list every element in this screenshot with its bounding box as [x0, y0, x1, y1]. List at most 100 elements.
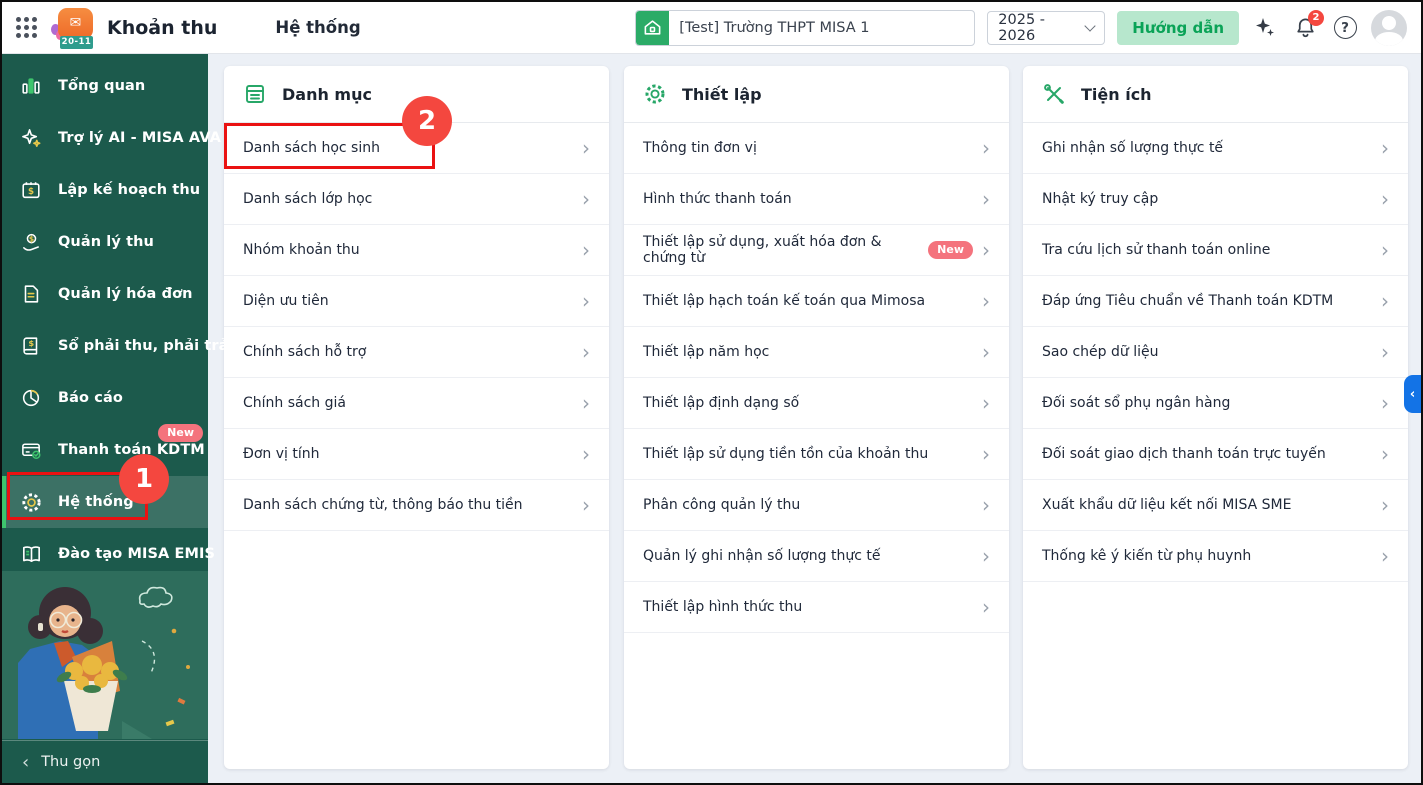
user-avatar[interactable]	[1371, 10, 1407, 46]
menu-item-label: Thông tin đơn vị	[643, 140, 757, 156]
menu-item-ghi-nhan-so-luong[interactable]: Quản lý ghi nhận số lượng thực tế ›	[624, 531, 1009, 582]
chevron-right-icon: ›	[982, 393, 990, 413]
chevron-right-icon: ›	[582, 342, 590, 362]
ai-sparkle-icon[interactable]	[1251, 14, 1279, 42]
menu-item-label: Tra cứu lịch sử thanh toán online	[1042, 242, 1270, 258]
new-badge: New	[928, 241, 973, 259]
app-logo: ✉ 20-11	[51, 6, 97, 50]
menu-item-label: Thiết lập sử dụng, xuất hóa đơn & chứng …	[643, 234, 928, 266]
svg-text:$: $	[28, 187, 34, 197]
main-content: Danh mục Danh sách học sinh › Danh sách …	[208, 54, 1421, 783]
sidebar-item-quan-ly-thu[interactable]: $ Quản lý thu	[2, 216, 208, 268]
menu-item-chinh-sach-gia[interactable]: Chính sách giá ›	[224, 378, 609, 429]
help-icon[interactable]: ?	[1331, 14, 1359, 42]
menu-item-label: Phân công quản lý thu	[643, 497, 800, 513]
app-grid-icon[interactable]	[16, 17, 37, 38]
sidebar-item-he-thong[interactable]: Hệ thống	[2, 476, 208, 528]
menu-item-xuat-khau-sme[interactable]: Xuất khẩu dữ liệu kết nối MISA SME ›	[1023, 480, 1408, 531]
sidebar-item-thanh-toan-kdtm[interactable]: Thanh toán KDTM New	[2, 424, 208, 476]
sidebar-collapse-button[interactable]: ‹ Thu gọn	[2, 740, 208, 783]
chevron-right-icon: ›	[982, 189, 990, 209]
sidebar-item-bao-cao[interactable]: Báo cáo	[2, 372, 208, 424]
chevron-right-icon: ›	[582, 291, 590, 311]
menu-item-hinh-thuc-thu[interactable]: Thiết lập hình thức thu ›	[624, 582, 1009, 633]
menu-item-hinh-thuc-thanh-toan[interactable]: Hình thức thanh toán ›	[624, 174, 1009, 225]
menu-item-sao-chep-du-lieu[interactable]: Sao chép dữ liệu ›	[1023, 327, 1408, 378]
menu-item-label: Đáp ứng Tiêu chuẩn về Thanh toán KDTM	[1042, 293, 1333, 309]
app-window: ✉ 20-11 Khoản thu Hệ thống [Test] Trường…	[0, 0, 1423, 785]
gear-icon	[643, 82, 667, 106]
menu-item-doi-soat-giao-dich[interactable]: Đối soát giao dịch thanh toán trực tuyến…	[1023, 429, 1408, 480]
menu-item-phan-cong-quan-ly-thu[interactable]: Phân công quản lý thu ›	[624, 480, 1009, 531]
chevron-right-icon: ›	[1381, 189, 1389, 209]
sidebar-item-tong-quan[interactable]: Tổng quan	[2, 60, 208, 112]
menu-item-thong-ke-y-kien[interactable]: Thống kê ý kiến từ phụ huynh ›	[1023, 531, 1408, 582]
sidebar-item-label: Hệ thống	[58, 494, 134, 510]
collapse-panel-tab[interactable]: ‹	[1404, 375, 1421, 413]
home-icon	[636, 11, 669, 45]
menu-item-danh-sach-hoc-sinh[interactable]: Danh sách học sinh ›	[224, 123, 609, 174]
menu-item-hach-toan-mimosa[interactable]: Thiết lập hạch toán kế toán qua Mimosa ›	[624, 276, 1009, 327]
chevron-right-icon: ›	[1381, 240, 1389, 260]
menu-item-tien-ton-khoan-thu[interactable]: Thiết lập sử dụng tiền tồn của khoản thu…	[624, 429, 1009, 480]
breadcrumb: Hệ thống	[275, 18, 360, 37]
panel-title: Thiết lập	[682, 85, 762, 104]
menu-item-ghi-nhan-thuc-te[interactable]: Ghi nhận số lượng thực tế ›	[1023, 123, 1408, 174]
chevron-right-icon: ›	[982, 342, 990, 362]
menu-item-tieu-chuan-kdtm[interactable]: Đáp ứng Tiêu chuẩn về Thanh toán KDTM ›	[1023, 276, 1408, 327]
chevron-right-icon: ›	[582, 240, 590, 260]
menu-item-label: Quản lý ghi nhận số lượng thực tế	[643, 548, 881, 564]
chevron-right-icon: ›	[1381, 342, 1389, 362]
menu-item-don-vi-tinh[interactable]: Đơn vị tính ›	[224, 429, 609, 480]
menu-item-thiet-lap-nam-hoc[interactable]: Thiết lập năm học ›	[624, 327, 1009, 378]
chevron-right-icon: ›	[982, 291, 990, 311]
menu-item-label: Đơn vị tính	[243, 446, 320, 462]
sidebar-item-label: Quản lý thu	[58, 234, 154, 250]
menu-item-label: Danh sách học sinh	[243, 140, 380, 156]
tools-icon	[1042, 82, 1066, 106]
logo-date-ribbon: 20-11	[60, 36, 93, 49]
svg-text:$: $	[28, 234, 33, 243]
menu-item-dien-uu-tien[interactable]: Diện ưu tiên ›	[224, 276, 609, 327]
notification-bell-icon[interactable]: 2	[1291, 14, 1319, 42]
chevron-right-icon: ›	[582, 495, 590, 515]
sidebar-item-quan-ly-hoa-don[interactable]: Quản lý hóa đơn	[2, 268, 208, 320]
notification-badge: 2	[1308, 10, 1324, 26]
menu-item-nhom-khoan-thu[interactable]: Nhóm khoản thu ›	[224, 225, 609, 276]
chevron-right-icon: ›	[982, 495, 990, 515]
menu-item-chinh-sach-ho-tro[interactable]: Chính sách hỗ trợ ›	[224, 327, 609, 378]
sidebar-item-so-phai-thu[interactable]: $ Sổ phải thu, phải trả	[2, 320, 208, 372]
menu-item-dinh-dang-so[interactable]: Thiết lập định dạng số ›	[624, 378, 1009, 429]
sidebar-item-label: Đào tạo MISA EMIS	[58, 546, 215, 562]
app-title: Khoản thu	[107, 17, 217, 39]
panel-header: Tiện ích	[1023, 66, 1408, 123]
panel-header: Thiết lập	[624, 66, 1009, 123]
sidebar-item-label: Trợ lý AI - MISA AVA	[58, 130, 221, 146]
guide-button[interactable]: Hướng dẫn	[1117, 11, 1239, 45]
school-selector[interactable]: [Test] Trường THPT MISA 1	[635, 10, 975, 46]
hand-coin-icon: $	[19, 230, 43, 254]
card-check-icon	[19, 438, 43, 462]
menu-item-tra-cuu-lich-su[interactable]: Tra cứu lịch sử thanh toán online ›	[1023, 225, 1408, 276]
menu-item-label: Nhóm khoản thu	[243, 242, 360, 258]
chevron-left-icon: ‹	[1410, 387, 1415, 402]
chevron-right-icon: ›	[982, 138, 990, 158]
sidebar-item-lap-ke-hoach-thu[interactable]: $ Lập kế hoạch thu	[2, 164, 208, 216]
menu-item-label: Đối soát sổ phụ ngân hàng	[1042, 395, 1230, 411]
menu-item-thiet-lap-hoa-don[interactable]: Thiết lập sử dụng, xuất hóa đơn & chứng …	[624, 225, 1009, 276]
menu-item-nhat-ky-truy-cap[interactable]: Nhật ký truy cập ›	[1023, 174, 1408, 225]
sidebar-item-tro-ly-ai[interactable]: Trợ lý AI - MISA AVA	[2, 112, 208, 164]
school-year-select[interactable]: 2025 - 2026	[987, 11, 1105, 45]
panel-header: Danh mục	[224, 66, 609, 123]
top-bar: ✉ 20-11 Khoản thu Hệ thống [Test] Trường…	[2, 2, 1421, 54]
panel-thiet-lap: Thiết lập Thông tin đơn vị › Hình thức t…	[624, 66, 1009, 769]
chevron-right-icon: ›	[1381, 138, 1389, 158]
menu-item-thong-tin-don-vi[interactable]: Thông tin đơn vị ›	[624, 123, 1009, 174]
menu-item-label: Chính sách giá	[243, 395, 346, 411]
chevron-right-icon: ›	[1381, 495, 1389, 515]
menu-item-danh-sach-lop-hoc[interactable]: Danh sách lớp học ›	[224, 174, 609, 225]
menu-item-danh-sach-chung-tu[interactable]: Danh sách chứng từ, thông báo thu tiền ›	[224, 480, 609, 531]
pie-chart-icon	[19, 386, 43, 410]
menu-item-doi-soat-so-phu[interactable]: Đối soát sổ phụ ngân hàng ›	[1023, 378, 1408, 429]
svg-text:$: $	[28, 338, 34, 348]
